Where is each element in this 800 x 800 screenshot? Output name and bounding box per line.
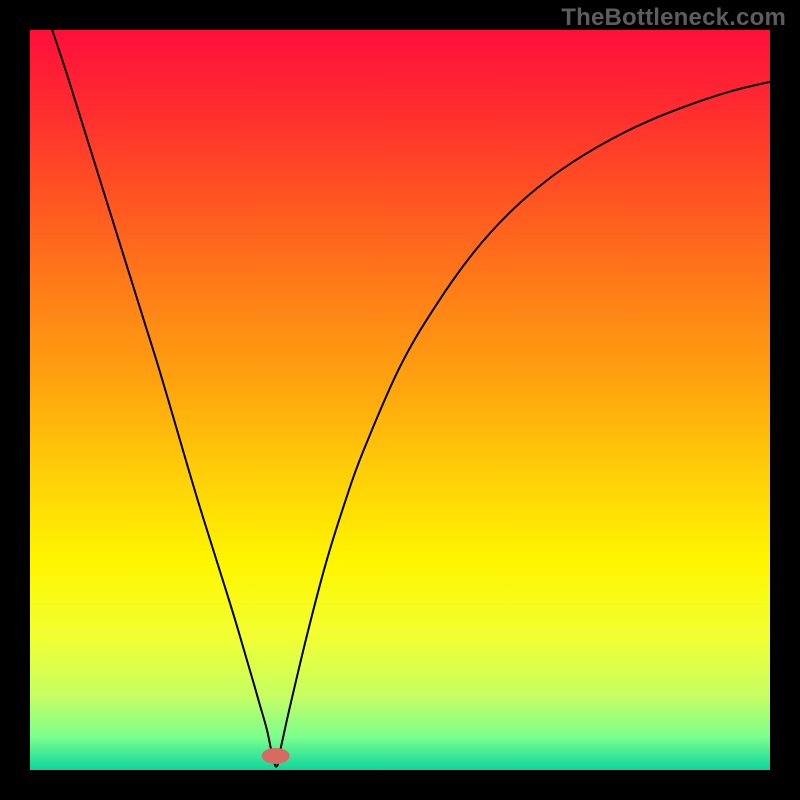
plot-svg [30, 30, 770, 770]
minimum-marker [262, 748, 290, 764]
gradient-background [30, 30, 770, 770]
plot-area [30, 30, 770, 770]
chart-frame: TheBottleneck.com [0, 0, 800, 800]
watermark-text: TheBottleneck.com [561, 4, 786, 32]
